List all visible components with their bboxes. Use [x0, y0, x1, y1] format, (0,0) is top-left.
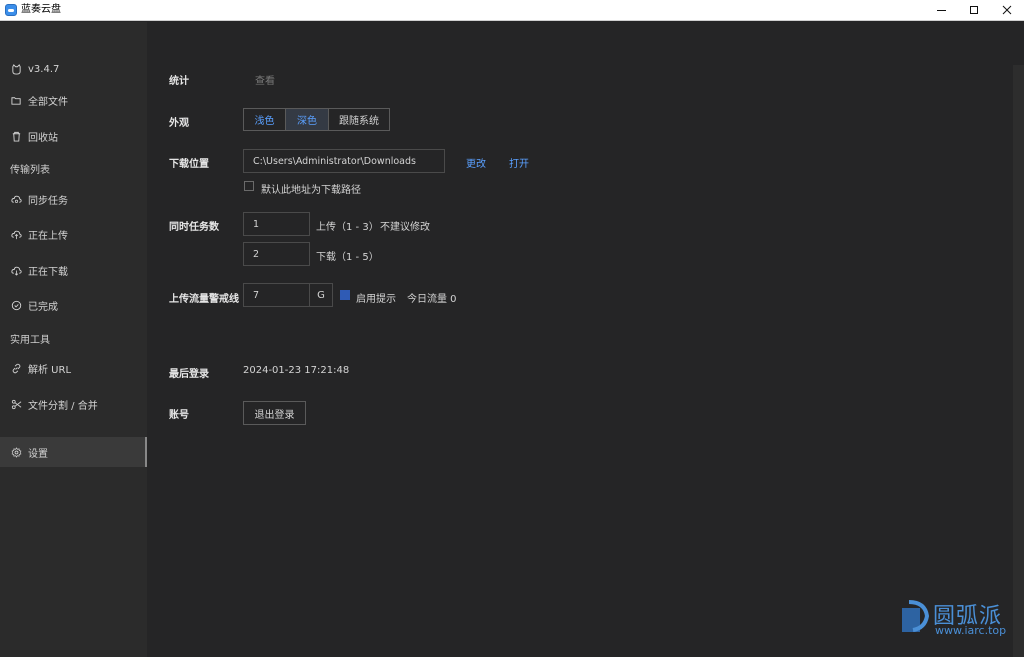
- appearance-toggle-group: 浅色 深色 跟随系统: [243, 108, 390, 131]
- title-bar: 蓝奏云盘: [0, 0, 1024, 21]
- appearance-light-option[interactable]: 浅色: [244, 109, 286, 130]
- sidebar-item-label: 同步任务: [28, 195, 68, 207]
- default-path-label: 默认此地址为下载路径: [261, 185, 361, 196]
- change-path-button[interactable]: 更改: [466, 155, 486, 170]
- upload-traffic-label: 上传流量警戒线: [169, 294, 239, 305]
- sidebar-item-label: 正在上传: [28, 230, 68, 242]
- account-label: 账号: [169, 410, 189, 421]
- sidebar-item-label: 解析 URL: [28, 364, 72, 376]
- upload-concurrency-input[interactable]: 1: [243, 212, 310, 236]
- enable-warning-checkbox[interactable]: [340, 290, 350, 300]
- download-range-label: 下载（1 - 5）: [316, 252, 379, 263]
- today-traffic-label: 今日流量 0: [407, 294, 457, 305]
- upload-range-label: 上传（1 - 3）: [316, 222, 379, 233]
- concurrent-tasks-label: 同时任务数: [169, 222, 219, 233]
- sidebar-item-label: 设置: [28, 448, 48, 460]
- minimize-icon: [936, 9, 946, 11]
- last-login-label: 最后登录: [169, 369, 209, 380]
- sidebar-item-downloading[interactable]: 正在下载: [0, 255, 147, 285]
- sidebar-item-label: 正在下载: [28, 266, 68, 278]
- sidebar-item-label: 全部文件: [28, 96, 68, 108]
- close-button[interactable]: [989, 0, 1024, 20]
- download-location-label: 下载位置: [169, 159, 209, 170]
- sidebar-item-label: 文件分割 / 合并: [28, 400, 98, 412]
- watermark-logo: [902, 600, 930, 632]
- upload-note: 不建议修改: [380, 222, 430, 233]
- sidebar-item-file-split-merge[interactable]: 文件分割 / 合并: [0, 389, 147, 419]
- vertical-scrollbar[interactable]: [1013, 65, 1024, 657]
- sidebar-item-label: 回收站: [28, 132, 58, 144]
- download-path-field[interactable]: C:\Users\Administrator\Downloads: [243, 149, 445, 173]
- default-path-checkbox[interactable]: [244, 181, 254, 191]
- open-folder-button[interactable]: 打开: [509, 155, 529, 170]
- download-concurrency-input[interactable]: 2: [243, 242, 310, 266]
- version-info[interactable]: v3.4.7: [0, 54, 147, 84]
- last-login-value: 2024-01-23 17:21:48: [243, 365, 350, 376]
- maximize-button[interactable]: [956, 0, 992, 20]
- app-cloud-icon: [5, 4, 17, 16]
- sidebar-item-label: 已完成: [28, 301, 58, 313]
- scissors-icon: [10, 398, 22, 410]
- traffic-threshold-input[interactable]: 7: [243, 283, 310, 307]
- watermark: 圆弧派 www.iarc.top: [901, 600, 1019, 640]
- appearance-label: 外观: [169, 118, 189, 129]
- sidebar-item-completed[interactable]: 已完成: [0, 290, 147, 320]
- trash-icon: [10, 130, 22, 142]
- close-icon: [1002, 5, 1012, 15]
- sidebar-item-uploading[interactable]: 正在上传: [0, 219, 147, 249]
- section-utilities: 实用工具: [10, 335, 50, 346]
- sidebar-item-recycle-bin[interactable]: 回收站: [0, 121, 147, 151]
- maximize-icon: [970, 6, 978, 14]
- enable-warning-label: 启用提示: [356, 294, 396, 305]
- watermark-url: www.iarc.top: [935, 624, 1007, 637]
- folder-open-icon: [10, 94, 22, 106]
- sidebar-item-settings[interactable]: 设置: [0, 437, 147, 467]
- appearance-dark-option[interactable]: 深色: [286, 109, 329, 130]
- version-label: v3.4.7: [28, 63, 60, 75]
- sidebar-item-parse-url[interactable]: 解析 URL: [0, 353, 147, 383]
- logout-button[interactable]: 退出登录: [243, 401, 306, 425]
- window-title: 蓝奏云盘: [21, 4, 61, 15]
- stats-label: 统计: [169, 76, 189, 87]
- minimize-button[interactable]: [923, 0, 959, 20]
- github-cat-icon: [10, 63, 22, 75]
- cloud-sync-icon: [10, 193, 22, 205]
- sidebar: v3.4.7 全部文件 回收站 传输列表 同步任务 正在上传 正在下载 已完成 …: [0, 22, 147, 657]
- cloud-upload-icon: [10, 228, 22, 240]
- sidebar-item-all-files[interactable]: 全部文件: [0, 85, 147, 115]
- link-icon: [10, 362, 22, 374]
- traffic-unit-label: G: [309, 283, 333, 307]
- cloud-download-icon: [10, 264, 22, 276]
- appearance-system-option[interactable]: 跟随系统: [329, 109, 389, 130]
- check-circle-icon: [10, 299, 22, 311]
- gear-icon: [10, 446, 22, 458]
- stats-view-link[interactable]: 查看: [255, 72, 275, 87]
- sidebar-item-sync-tasks[interactable]: 同步任务: [0, 184, 147, 214]
- section-transfer-list: 传输列表: [10, 165, 50, 176]
